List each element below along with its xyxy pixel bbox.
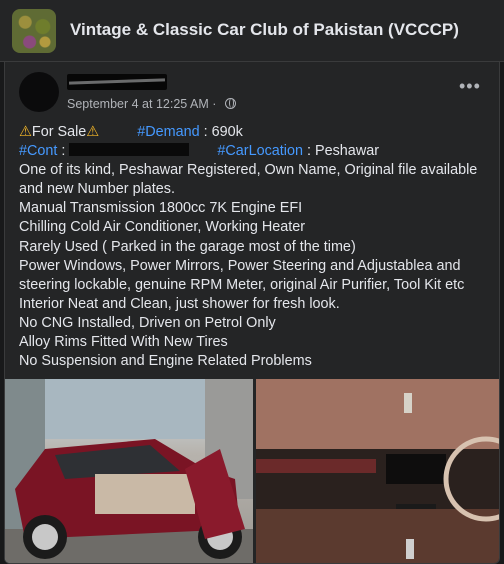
car-interior-photo[interactable] <box>256 379 499 563</box>
post-body: ⚠For Sale⚠ #Demand : 690k #Cont : #CarLo… <box>19 123 495 371</box>
location-value: : Peshawar <box>303 143 380 160</box>
group-title[interactable]: Vintage & Classic Car Club of Pakistan (… <box>70 20 459 40</box>
hashtag-cont[interactable]: #Cont <box>19 143 57 159</box>
for-sale-line: ⚠For Sale⚠ #Demand : 690k <box>19 123 495 142</box>
post-card: September 4 at 12:25 AM · ••• ⚠For Sale⚠… <box>4 62 500 564</box>
post-body-lines: One of its kind, Peshawar Registered, Ow… <box>19 161 495 371</box>
contact-line: #Cont : #CarLocation : Peshawar <box>19 142 495 161</box>
for-sale-label: For Sale <box>31 124 87 140</box>
car-exterior-photo[interactable] <box>5 379 253 563</box>
post-body-line: One of its kind, Peshawar Registered, Ow… <box>19 162 478 179</box>
group-avatar[interactable] <box>12 9 56 53</box>
post-body-line: Power Windows, Power Mirrors, Power Stee… <box>19 257 461 274</box>
post-body-line: Interior Neat and Clean, just shower for… <box>19 295 340 312</box>
contact-number-redacted <box>69 143 190 157</box>
demand-value: : 690k <box>199 124 243 140</box>
post-body-line: No CNG Installed, Driven on Petrol Only <box>19 314 276 331</box>
post-body-line: Chilling Cold Air Conditioner, Working H… <box>19 219 306 236</box>
globe-icon <box>225 98 236 109</box>
hashtag-car-location[interactable]: #CarLocation <box>217 143 303 159</box>
group-header: Vintage & Classic Car Club of Pakistan (… <box>0 0 504 62</box>
post-body-line: and new Number plates. <box>19 181 175 198</box>
post-body-line: Manual Transmission 1800cc 7K Engine EFI <box>19 200 303 217</box>
warning-icon: ⚠ <box>19 124 32 140</box>
photo-grid <box>5 379 499 563</box>
post-body-line: steering lockable, genuine RPM Meter, or… <box>19 276 465 293</box>
post-body-line: No Suspension and Engine Related Problem… <box>19 353 312 370</box>
warning-icon: ⚠ <box>86 124 100 140</box>
more-icon[interactable]: ••• <box>459 77 481 95</box>
contact-separator: : <box>57 143 70 160</box>
author-avatar[interactable] <box>19 72 59 112</box>
hashtag-demand[interactable]: #Demand <box>137 124 199 140</box>
post-body-line: Rarely Used ( Parked in the garage most … <box>19 238 356 255</box>
post-body-line: Alloy Rims Fitted With New Tires <box>19 334 228 351</box>
post-timestamp[interactable]: September 4 at 12:25 AM · <box>67 97 216 111</box>
